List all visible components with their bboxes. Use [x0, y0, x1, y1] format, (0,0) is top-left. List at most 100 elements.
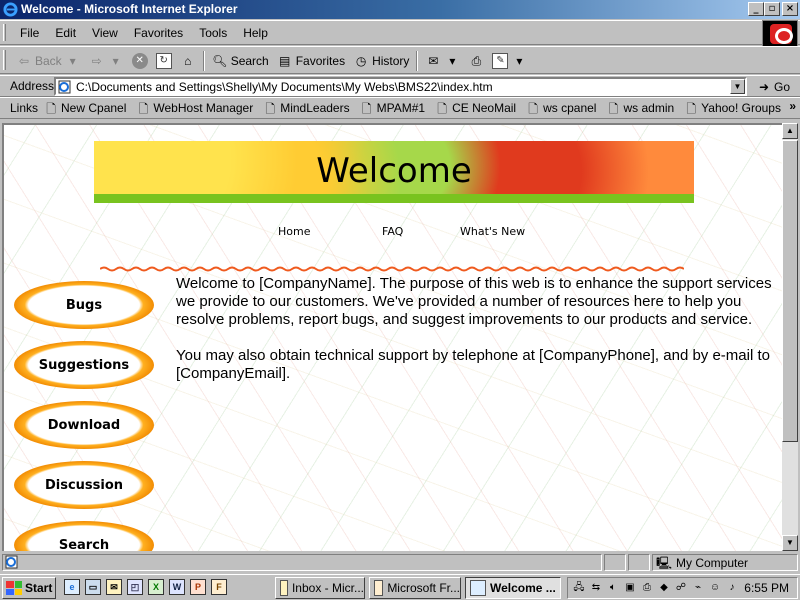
refresh-icon: ↻	[155, 53, 172, 69]
scroll-up-button[interactable]: ▲	[782, 123, 798, 139]
sync-icon[interactable]: ⇆	[589, 581, 603, 595]
search-icon: 🔍︎	[212, 54, 228, 68]
quick-launch: e ▭ ✉ ◰ X W P F	[64, 579, 227, 595]
address-bar: Address C:\Documents and Settings\Shelly…	[0, 75, 800, 97]
task-welcome[interactable]: Welcome ...	[465, 577, 561, 599]
powerpoint-launch-icon[interactable]: P	[190, 579, 206, 595]
link-page-icon: 🗋︎	[361, 102, 372, 116]
links-more-button[interactable]: »	[789, 99, 796, 113]
scroll-thumb[interactable]	[782, 140, 798, 442]
menu-tools[interactable]: Tools	[191, 26, 235, 40]
maximize-button[interactable]: ▫	[764, 2, 780, 16]
close-button[interactable]: ×	[782, 2, 798, 16]
favorites-button[interactable]: ▤ Favorites	[273, 51, 349, 71]
antivirus-icon[interactable]: ◆	[657, 581, 671, 595]
my-computer-icon: 🖳	[656, 555, 673, 570]
menu-view[interactable]: View	[84, 26, 126, 40]
link-mindleaders[interactable]: 🗋︎ MindLeaders	[263, 101, 349, 116]
menu-edit[interactable]: Edit	[47, 26, 84, 40]
speaker-icon[interactable]: ♪	[725, 581, 739, 595]
back-label: Back	[35, 54, 62, 68]
stop-icon: ✕	[131, 53, 148, 69]
sidebar-button-download[interactable]: Download	[14, 401, 154, 449]
go-arrow-icon: ➜	[758, 80, 770, 94]
forward-arrow-icon: ⇨	[91, 54, 102, 68]
home-button[interactable]: ⌂	[176, 51, 200, 71]
link-new-cpanel[interactable]: 🗋︎ New Cpanel	[44, 101, 126, 116]
sidebar-button-label: Search	[58, 537, 110, 552]
nav-link-whats-new[interactable]: What's New	[460, 225, 525, 238]
link-label: ws cpanel	[543, 101, 597, 115]
task-inbox[interactable]: Inbox - Micr...	[275, 577, 365, 599]
standard-toolbar: ⇦ Back ▾ ⇨ ▾ ✕ ↻ ⌂ 🔍︎ Search ▤ Favorites…	[0, 46, 800, 74]
sidebar-button-bugs[interactable]: Bugs	[14, 281, 154, 329]
links-label: Links	[10, 101, 39, 115]
show-desktop-icon[interactable]: ▭	[85, 579, 101, 595]
refresh-button[interactable]: ↻	[152, 51, 176, 71]
intro-paragraph: Welcome to [CompanyName]. The purpose of…	[176, 275, 772, 328]
start-button[interactable]: Start	[2, 577, 56, 599]
banner-green-stripe	[94, 194, 694, 203]
network-icon[interactable]: 🖧	[572, 581, 586, 595]
back-arrow-icon: ⇦	[18, 54, 30, 68]
link-mpam1[interactable]: 🗋︎ MPAM#1	[360, 101, 425, 116]
word-launch-icon[interactable]: W	[169, 579, 185, 595]
mail-button[interactable]: ✉ ▾	[421, 51, 464, 71]
nav-link-faq[interactable]: FAQ	[382, 225, 403, 238]
outlook-icon	[280, 580, 288, 596]
link-ce-neomail[interactable]: 🗋︎ CE NeoMail	[435, 101, 516, 116]
menu-help[interactable]: Help	[235, 26, 276, 40]
go-button[interactable]: ➜ Go	[756, 79, 790, 95]
sidebar-button-search[interactable]: Search	[14, 521, 154, 551]
toolbar-grip[interactable]	[3, 24, 6, 41]
printer-icon[interactable]: ⎙	[640, 581, 654, 595]
link-ws-cpanel[interactable]: 🗋︎ ws cpanel	[526, 101, 597, 116]
outlook-launch-icon[interactable]: ✉	[106, 579, 122, 595]
connection-icon[interactable]: ☍	[674, 581, 688, 595]
excel-launch-icon[interactable]: X	[148, 579, 164, 595]
print-button[interactable]: ⎙	[464, 51, 488, 71]
favorites-label: Favorites	[295, 54, 346, 68]
sidebar-button-suggestions[interactable]: Suggestions	[14, 341, 154, 389]
nav-link-home[interactable]: Home	[278, 225, 310, 238]
minimize-button[interactable]: _	[748, 2, 764, 16]
link-page-icon: 🗋︎	[686, 102, 696, 116]
chevron-down-icon: ▾	[516, 54, 523, 68]
volume-icon[interactable]: 🔈︎	[606, 581, 620, 595]
search-button[interactable]: 🔍︎ Search	[208, 51, 273, 71]
scroll-down-button[interactable]: ▼	[782, 535, 798, 551]
menu-file[interactable]: File	[12, 26, 47, 40]
vertical-scrollbar[interactable]: ▲ ▼	[782, 123, 798, 551]
title-bar[interactable]: Welcome - Microsoft Internet Explorer _ …	[0, 0, 800, 19]
link-ws-admin[interactable]: 🗋︎ ws admin	[606, 101, 675, 116]
security-zone: 🖳 My Computer	[652, 554, 798, 571]
menu-favorites[interactable]: Favorites	[126, 26, 191, 40]
messenger-icon[interactable]: ☺	[708, 581, 722, 595]
chevron-down-icon: ▾	[449, 54, 456, 68]
task-microsoft-frontpage[interactable]: Microsoft Fr...	[369, 577, 461, 599]
address-value: C:\Documents and Settings\Shelly\My Docu…	[76, 80, 493, 94]
address-input[interactable]: C:\Documents and Settings\Shelly\My Docu…	[54, 77, 747, 96]
link-page-icon: 🗋︎	[437, 102, 447, 116]
link-yahoo-groups[interactable]: 🗋︎ Yahoo! Groups	[684, 101, 781, 116]
task-label: Inbox - Micr...	[291, 581, 364, 595]
address-dropdown-button[interactable]: ▼	[730, 79, 745, 94]
history-button[interactable]: ◷ History	[349, 51, 413, 71]
system-tray: 🖧 ⇆ 🔈︎ ▣ ⎙ ◆ ☍ ⌁ ☺ ♪ 6:55 PM	[567, 577, 798, 599]
frontpage-launch-icon[interactable]: F	[211, 579, 227, 595]
ie-launch-icon[interactable]: e	[64, 579, 80, 595]
zone-label: My Computer	[676, 555, 749, 570]
sidebar-button-discussion[interactable]: Discussion	[14, 461, 154, 509]
edit-button[interactable]: ✎ ▾	[488, 51, 531, 71]
link-label: ws admin	[623, 101, 675, 115]
monitor-icon[interactable]: ▣	[623, 581, 637, 595]
link-webhost-manager[interactable]: 🗋︎ WebHost Manager	[136, 101, 254, 116]
clock: 6:55 PM	[744, 581, 789, 595]
toolbar-grip[interactable]	[3, 50, 6, 70]
stop-button[interactable]: ✕	[128, 51, 152, 71]
app-launch-icon[interactable]: ◰	[127, 579, 143, 595]
usb-icon[interactable]: ⌁	[691, 581, 705, 595]
back-button[interactable]: ⇦ Back ▾	[12, 51, 85, 71]
sidebar-button-label: Discussion	[44, 477, 124, 493]
forward-button[interactable]: ⇨ ▾	[85, 51, 128, 71]
